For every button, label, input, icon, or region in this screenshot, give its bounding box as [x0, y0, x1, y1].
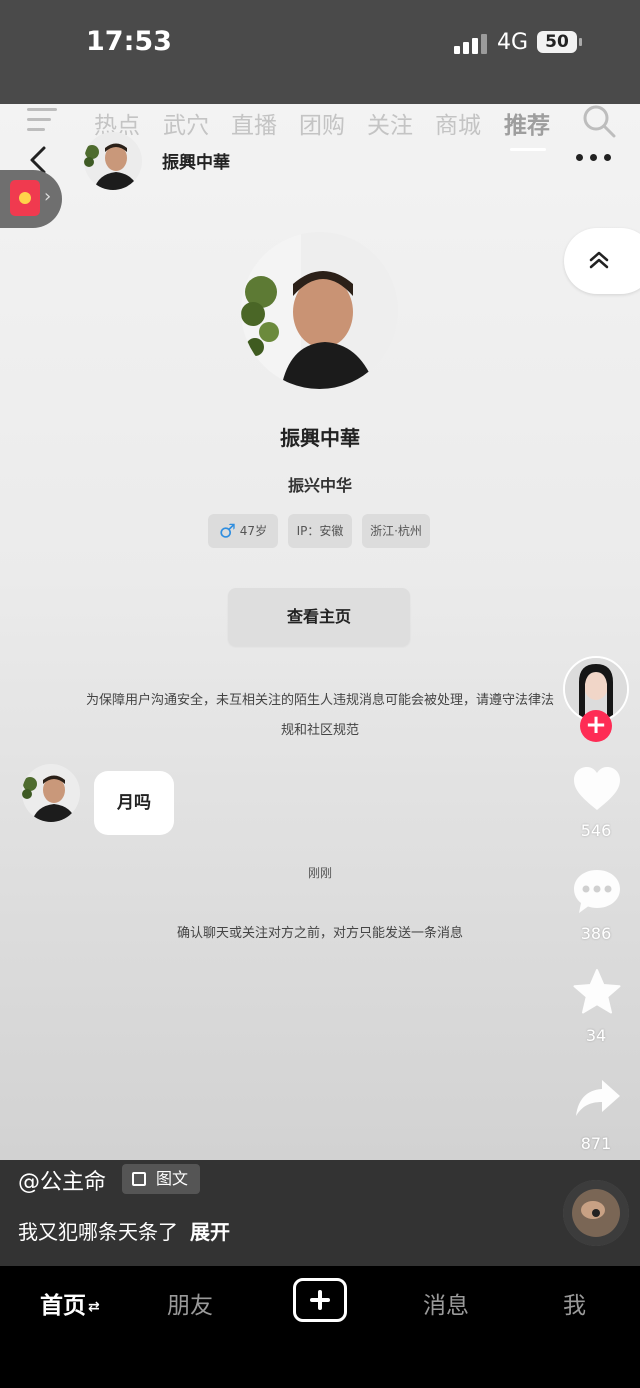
nav-me[interactable]: 我 — [563, 1286, 586, 1320]
profile-avatar[interactable] — [241, 232, 398, 389]
badge-label: 图文 — [156, 1169, 189, 1188]
message-limit-hint: 确认聊天或关注对方之前，对方只能发送一条消息 — [176, 926, 463, 941]
header-avatar[interactable] — [84, 132, 142, 190]
caption-author[interactable]: @公主命 — [18, 1164, 106, 1196]
location-tag: 浙江·杭州 — [362, 514, 430, 548]
male-icon: ♂ — [218, 520, 236, 543]
caption-text: 我又犯哪条天条了 展开 — [18, 1216, 230, 1245]
favorite-count: 34 — [585, 1026, 607, 1045]
star-icon[interactable] — [572, 968, 622, 1016]
network-type: 4G — [497, 30, 529, 55]
nav-home-label: 首页 — [40, 1293, 86, 1319]
battery-icon: 50 — [537, 31, 577, 53]
red-packet-button[interactable]: › — [0, 170, 62, 228]
share-icon[interactable] — [574, 1078, 622, 1120]
music-disc-icon[interactable] — [563, 1180, 629, 1246]
comment-icon[interactable] — [572, 868, 622, 916]
tab-group-buy[interactable]: 团购 — [299, 106, 345, 140]
status-bar: 17:53 4G 50 — [0, 0, 640, 104]
red-packet-icon — [10, 180, 40, 216]
double-chevron-up-icon — [589, 251, 609, 269]
comment-count: 386 — [580, 924, 612, 943]
active-tab-indicator — [510, 148, 546, 151]
profile-signature: 振兴中华 — [287, 476, 352, 495]
tab-mall[interactable]: 商城 — [435, 106, 481, 140]
share-count: 871 — [580, 1134, 612, 1153]
collapse-button[interactable] — [564, 228, 640, 294]
nav-friends[interactable]: 朋友 — [167, 1286, 213, 1320]
chevron-right-icon: › — [44, 186, 52, 207]
message-time: 刚刚 — [307, 866, 332, 880]
nav-messages[interactable]: 消息 — [423, 1286, 469, 1320]
more-icon[interactable] — [576, 154, 612, 164]
tab-recommend[interactable]: 推荐 — [504, 106, 550, 140]
menu-icon[interactable] — [27, 108, 57, 134]
tab-following[interactable]: 关注 — [367, 106, 413, 140]
ip-tag: IP：安徽 — [288, 514, 352, 548]
image-text-icon — [132, 1172, 146, 1186]
view-homepage-button[interactable]: 查看主页 — [228, 588, 410, 646]
tab-local[interactable]: 武穴 — [163, 106, 209, 140]
message-bubble[interactable]: 月吗 — [94, 771, 174, 835]
follow-button[interactable]: + — [580, 710, 612, 742]
search-icon[interactable] — [582, 104, 616, 138]
profile-name: 振興中華 — [280, 426, 360, 450]
safety-notice: 为保障用户沟通安全，未互相关注的陌生人违规消息可能会被处理，请遵守法律法规和社区… — [85, 693, 554, 738]
signal-icon — [454, 32, 488, 54]
swap-icon: ⇄ — [88, 1298, 100, 1315]
expand-link[interactable]: 展开 — [190, 1220, 230, 1244]
gender-age-tag: ♂ 47岁 — [208, 514, 278, 548]
status-time: 17:53 — [86, 26, 172, 57]
age-text: 47岁 — [239, 524, 268, 538]
image-text-badge: 图文 — [122, 1164, 201, 1194]
heart-icon[interactable] — [572, 766, 622, 812]
battery-tip — [579, 38, 582, 46]
like-count: 546 — [580, 821, 612, 840]
tab-live[interactable]: 直播 — [231, 106, 277, 140]
nav-home[interactable]: 首页 ⇄ — [40, 1286, 100, 1320]
create-post-button[interactable] — [293, 1278, 347, 1322]
chat-contact-name: 振興中華 — [162, 153, 230, 173]
caption-body: 我又犯哪条天条了 — [18, 1220, 178, 1244]
sender-avatar[interactable] — [22, 764, 80, 822]
